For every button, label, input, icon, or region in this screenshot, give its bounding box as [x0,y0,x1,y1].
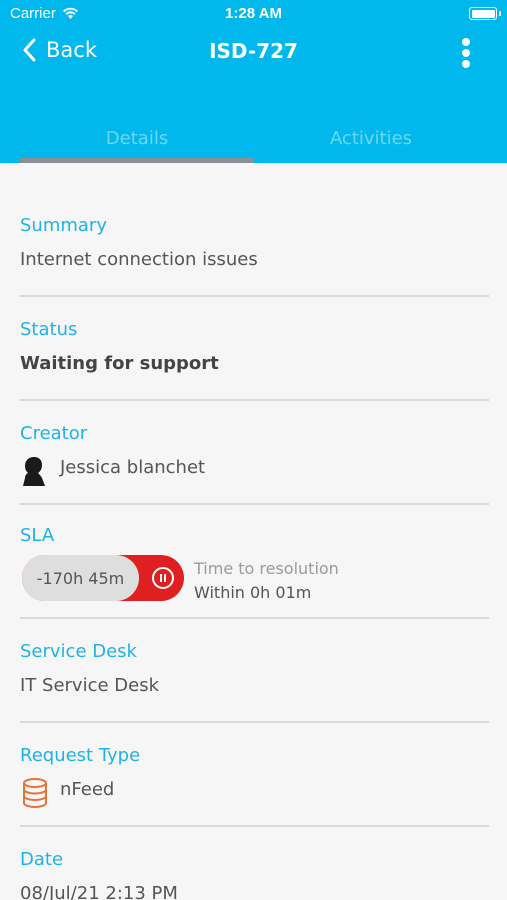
sla-within: Within 0h 01m [194,583,312,602]
date-value: 08/Jul/21 2:13 PM [20,883,178,900]
person-silhouette-icon [23,457,45,486]
clock: 1:28 AM [225,5,282,22]
more-dots-icon [462,38,470,46]
status-label: Status [20,319,78,340]
sla-timer: -170h 45m [22,555,184,601]
service-desk-value: IT Service Desk [20,675,160,696]
request-type-value: nFeed [60,779,115,800]
back-label: Back [46,38,97,62]
date-label: Date [20,849,64,870]
summary-label: Summary [20,215,107,236]
chevron-left-icon [23,38,36,62]
creator-label: Creator [20,423,88,444]
tab-active-indicator [20,158,254,163]
sla-label: SLA [20,525,55,546]
sla-caption: Time to resolution [194,559,339,578]
status-value: Waiting for support [20,353,219,374]
divider [20,399,489,401]
creator-value: Jessica blanchet [60,457,206,478]
more-options-button[interactable] [459,38,473,68]
divider [20,721,489,723]
service-desk-label: Service Desk [20,641,137,662]
summary-value: Internet connection issues [20,249,258,270]
app-header: Carrier 1:28 AM Back ISD-727 Details Act… [0,0,507,163]
tab-activities[interactable]: Activities [254,128,488,149]
sla-elapsed: -170h 45m [22,555,139,601]
database-icon [23,778,47,809]
divider [20,295,489,297]
battery-icon [469,7,501,20]
divider [20,617,489,619]
back-button[interactable]: Back [22,38,97,62]
tab-details[interactable]: Details [20,128,254,149]
pause-icon[interactable] [152,567,174,589]
divider [20,825,489,827]
request-type-label: Request Type [20,745,141,766]
divider [20,503,489,505]
status-bar: Carrier 1:28 AM [0,0,507,28]
